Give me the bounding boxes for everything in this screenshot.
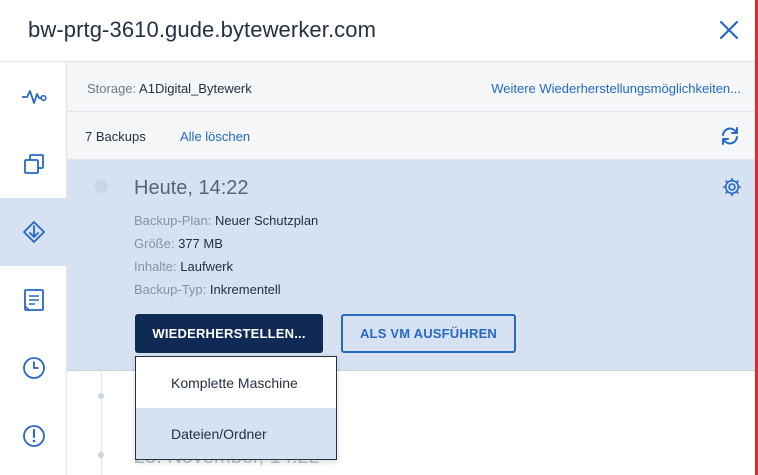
run-as-vm-button[interactable]: ALS VM AUSFÜHREN (341, 314, 516, 353)
backup-type: Backup-Typ: Inkrementell (134, 282, 281, 297)
storage-info: Storage: A1Digital_Bytewerk (87, 81, 252, 96)
backup-time: Heute, 14:22 (134, 177, 249, 199)
sidebar-item-recovery[interactable] (0, 198, 67, 266)
restore-dropdown-menu: Komplette Maschine Dateien/Ordner (135, 356, 337, 460)
menu-item-entire-machine[interactable]: Komplette Maschine (136, 357, 336, 408)
backup-count: 7 Backups (85, 129, 146, 144)
sidebar-item-activity[interactable] (0, 62, 67, 130)
panel-header: bw-prtg-3610.gude.bytewerker.com (0, 0, 755, 62)
recovery-panel: bw-prtg-3610.gude.bytewerker.com Storage… (0, 0, 755, 475)
restore-button[interactable]: WIEDERHERSTELLEN... (135, 314, 323, 353)
close-icon[interactable] (716, 17, 742, 43)
alert-icon (22, 425, 45, 447)
more-recovery-options-link[interactable]: Weitere Wiederherstellungsmöglichkeiten.… (491, 81, 741, 96)
backup-size: Größe: 377 MB (134, 236, 223, 251)
machine-title: bw-prtg-3610.gude.bytewerker.com (28, 17, 377, 42)
sidebar (0, 62, 67, 475)
sidebar-item-alerts[interactable] (0, 402, 67, 470)
backup-contents: Inhalte: Laufwerk (134, 259, 234, 274)
backup-plan: Backup-Plan: Neuer Schutzplan (134, 213, 319, 228)
storage-label: Storage: (87, 81, 140, 96)
delete-all-link[interactable]: Alle löschen (180, 129, 250, 144)
timeline-dot (94, 179, 108, 193)
activity-icon (21, 90, 47, 104)
backups-toolbar: 7 Backups Alle löschen (67, 112, 755, 160)
clock-icon (22, 357, 45, 379)
report-icon (23, 289, 44, 311)
backup-entry-selected[interactable]: Heute, 14:22 Backup-Plan: Neuer Schutzpl… (67, 160, 755, 371)
sidebar-item-copies[interactable] (0, 130, 67, 198)
recovery-icon (22, 221, 45, 243)
timeline-dot (98, 393, 104, 399)
gear-icon[interactable] (721, 176, 743, 198)
storage-value: A1Digital_Bytewerk (139, 81, 252, 96)
sidebar-item-schedule[interactable] (0, 334, 67, 402)
menu-item-files-folders[interactable]: Dateien/Ordner (136, 408, 336, 459)
timeline-dot (98, 452, 104, 458)
copies-icon (23, 154, 44, 174)
storage-row: Storage: A1Digital_Bytewerk Weitere Wied… (67, 62, 755, 112)
refresh-icon[interactable] (719, 125, 741, 147)
sidebar-item-reports[interactable] (0, 266, 67, 334)
